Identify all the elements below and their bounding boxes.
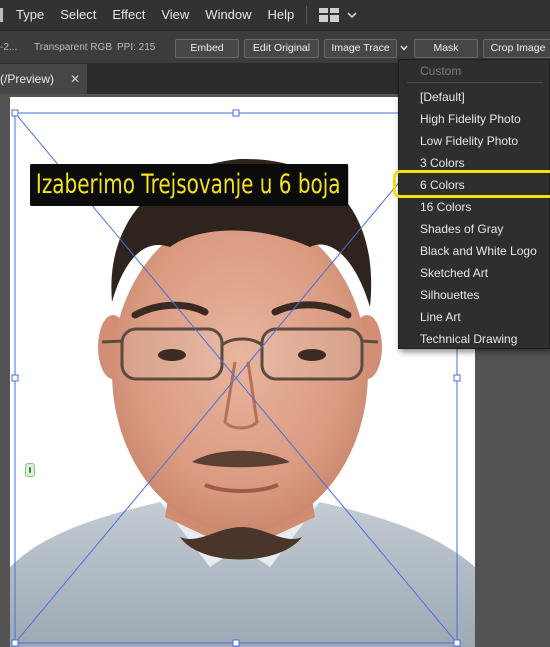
menu-item-file-fragment[interactable] [0, 0, 8, 30]
menu-item-16-colors[interactable]: 16 Colors [399, 196, 550, 218]
highlight-outline [393, 170, 550, 198]
image-trace-button[interactable]: Image Trace [324, 39, 397, 58]
menu-item-black-and-white-logo[interactable]: Black and White Logo [399, 240, 550, 262]
workspace-grid-icon [319, 8, 340, 22]
chevron-down-icon [347, 12, 357, 19]
document-tab[interactable]: (/Preview) ✕ [0, 64, 87, 94]
workspace-switcher[interactable] [313, 8, 363, 22]
menu-item-technical-drawing[interactable]: Technical Drawing [399, 328, 550, 350]
document-tab-title: (/Preview) [0, 72, 55, 86]
menu-item-select[interactable]: Select [52, 0, 104, 30]
menu-item-type[interactable]: Type [8, 0, 52, 30]
ppi-label: PPI: 215 [117, 42, 156, 53]
image-trace-dropdown-icon[interactable] [399, 43, 409, 53]
crop-image-button[interactable]: Crop Image [483, 39, 550, 58]
menu-item-help[interactable]: Help [260, 0, 303, 30]
menu-item-custom: Custom [420, 64, 462, 78]
widget-handle[interactable] [25, 463, 35, 477]
menu-divider [306, 6, 308, 24]
menu-item-view[interactable]: View [153, 0, 197, 30]
embed-button[interactable]: Embed [175, 39, 239, 58]
menu-item-low-fidelity-photo[interactable]: Low Fidelity Photo [399, 130, 550, 152]
menu-item-window[interactable]: Window [197, 0, 259, 30]
mask-button[interactable]: Mask [414, 39, 478, 58]
menu-item-line-art[interactable]: Line Art [399, 306, 550, 328]
menu-bar: Type Select Effect View Window Help [0, 0, 550, 30]
menu-separator [407, 82, 543, 83]
menu-item-effect[interactable]: Effect [104, 0, 153, 30]
menu-item-high-fidelity-photo[interactable]: High Fidelity Photo [399, 108, 550, 130]
menu-item-default[interactable]: [Default] [399, 86, 550, 108]
annotation-caption: Izaberimo Trejsovanje u 6 boja [30, 164, 348, 206]
menu-item-silhouettes[interactable]: Silhouettes [399, 284, 550, 306]
menu-item-sketched-art[interactable]: Sketched Art [399, 262, 550, 284]
color-mode-label: Transparent RGB [34, 42, 112, 53]
linked-file-name[interactable]: -2... [0, 42, 17, 53]
menu-item-shades-of-gray[interactable]: Shades of Gray [399, 218, 550, 240]
edit-original-button[interactable]: Edit Original [244, 39, 319, 58]
image-trace-presets-menu: Custom [Default] High Fidelity Photo Low… [398, 59, 550, 349]
close-icon[interactable]: ✕ [70, 64, 80, 94]
